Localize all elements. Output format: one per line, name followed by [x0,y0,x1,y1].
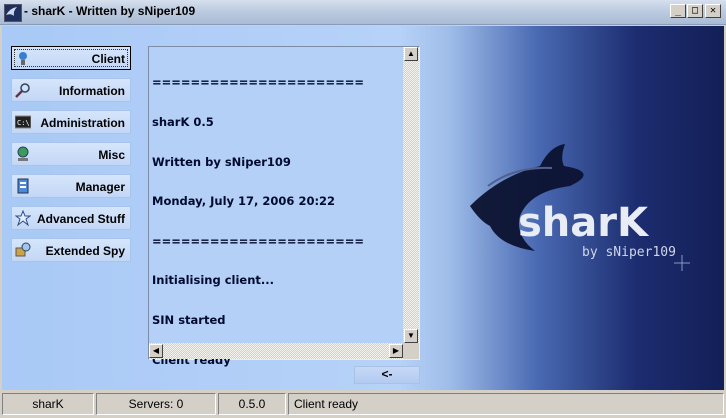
client-icon [15,50,31,66]
horizontal-scrollbar[interactable]: ◀ ▶ [149,343,403,359]
nav-client-button[interactable]: Client [11,46,131,70]
status-app-name: sharK [2,393,94,415]
nav-label: Manager [75,180,125,194]
back-button[interactable]: <- [354,366,420,384]
nav-label: Advanced Stuff [36,212,125,226]
vertical-scrollbar[interactable]: ▲ ▼ [403,47,419,343]
shark-app-icon[interactable] [4,4,22,22]
log-line: Monday, July 17, 2006 20:22 [152,194,336,209]
nav-label: Client [91,52,125,66]
manager-icon [15,178,31,194]
log-line: sharK 0.5 [152,115,214,130]
logo-byline: by sNiper109 [582,245,676,260]
main-window: - sharK - Written by sNiper109 _ □ ✕ Cli… [0,0,726,418]
scroll-up-arrow-icon[interactable]: ▲ [404,47,418,61]
client-log-textbox[interactable]: ====================== sharK 0.5 Written… [148,46,420,366]
star-icon [14,209,32,227]
status-bar: sharK Servers: 0 0.5.0 Client ready [0,392,726,418]
status-servers-count: Servers: 0 [96,393,216,415]
svg-text:C:\: C:\ [17,119,30,127]
scrollbar-corner [403,343,419,359]
minimize-button[interactable]: _ [670,4,686,18]
shark-logo: sharK by sNiper109 [460,136,700,276]
nav-label: Misc [98,148,125,162]
logo-wordmark: sharK [518,200,650,246]
log-line: Written by sNiper109 [152,154,291,169]
maximize-button[interactable]: □ [687,4,703,18]
title-bar[interactable]: - sharK - Written by sNiper109 _ □ ✕ [0,0,726,25]
scroll-right-arrow-icon[interactable]: ▶ [389,344,403,358]
console-icon: C:\ [14,114,32,130]
window-title: - sharK - Written by sNiper109 [24,4,196,18]
nav-information-button[interactable]: Information [11,78,131,102]
client-area: Client Information C:\ Administration Mi… [2,26,724,390]
nav-misc-button[interactable]: Misc [11,142,131,166]
spy-icon [15,242,31,258]
nav-label: Administration [40,116,125,130]
log-line: Initialising client... [152,273,274,288]
scroll-left-arrow-icon[interactable]: ◀ [149,344,163,358]
status-message: Client ready [288,393,724,415]
globe-icon [15,146,31,162]
nav-advanced-stuff-button[interactable]: Advanced Stuff [11,206,131,230]
nav-label: Extended Spy [45,244,125,258]
log-line: SIN started [152,313,226,328]
log-line: ====================== [152,233,364,248]
nav-extended-spy-button[interactable]: Extended Spy [11,238,131,262]
log-line: ====================== [152,75,364,90]
nav-administration-button[interactable]: C:\ Administration [11,110,131,134]
magnifier-icon [15,82,31,98]
nav-manager-button[interactable]: Manager [11,174,131,198]
log-text: ====================== sharK 0.5 Written… [152,50,402,393]
scroll-down-arrow-icon[interactable]: ▼ [404,329,418,343]
status-version: 0.5.0 [218,393,286,415]
nav-label: Information [59,84,125,98]
close-button[interactable]: ✕ [705,4,721,18]
